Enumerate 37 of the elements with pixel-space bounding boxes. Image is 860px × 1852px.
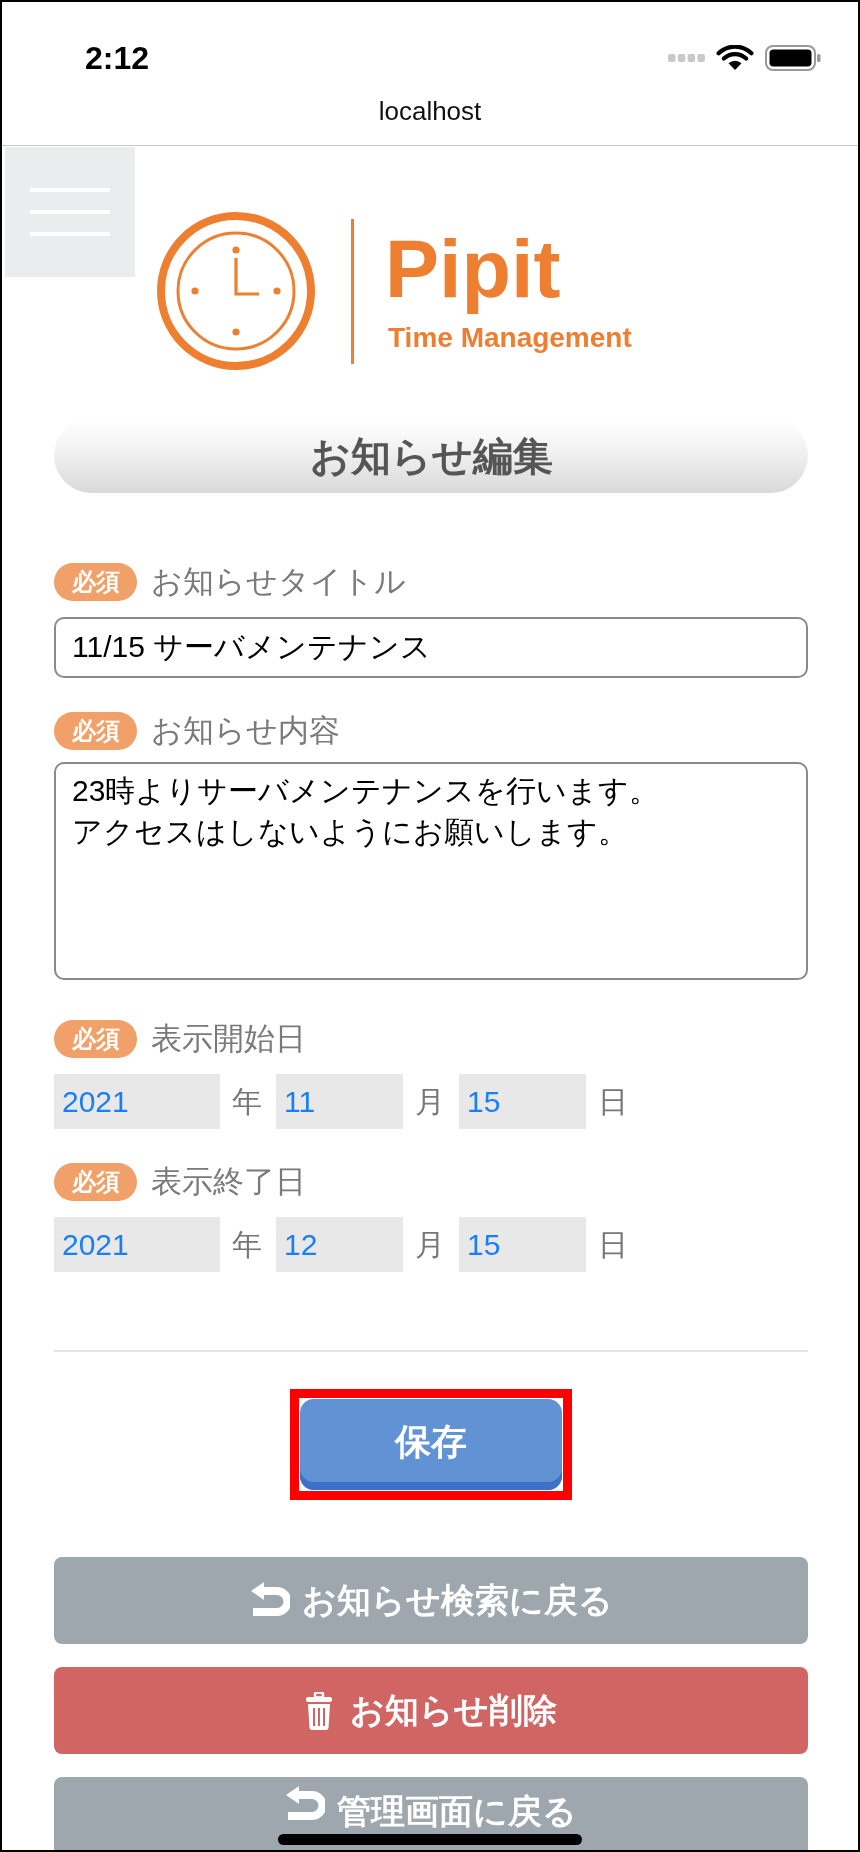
battery-icon	[765, 45, 821, 71]
delete-button[interactable]: お知らせ削除	[54, 1667, 808, 1754]
year-field[interactable]: 2021	[54, 1217, 220, 1272]
year-unit-label: 年	[232, 1083, 262, 1120]
required-tag: 必須	[54, 563, 137, 601]
wifi-icon	[716, 45, 754, 71]
month-unit-label: 月	[415, 1226, 445, 1263]
field-label: お知らせ内容	[151, 712, 340, 750]
day-field[interactable]: 15	[459, 1074, 586, 1129]
day-field[interactable]: 15	[459, 1217, 586, 1272]
required-tag: 必須	[54, 712, 137, 750]
title-field[interactable]: 11/15 サーバメンテナンス	[54, 617, 808, 678]
signal-icon	[668, 54, 705, 62]
required-tag: 必須	[54, 1020, 137, 1058]
brand-tagline: Time Management	[387, 322, 632, 354]
content-field[interactable]: 23時よりサーバメンテナンスを行います。 アクセスはしないようにお願いします。	[54, 762, 808, 980]
menu-button[interactable]	[5, 147, 135, 277]
year-field[interactable]: 2021	[54, 1074, 220, 1129]
month-field[interactable]: 11	[276, 1074, 403, 1129]
save-button[interactable]: 保存	[300, 1399, 562, 1490]
clock-icon	[157, 212, 315, 370]
content-text: 23時よりサーバメンテナンスを行います。	[72, 773, 660, 809]
day-unit-label: 日	[598, 1226, 628, 1263]
content-text: アクセスはしないようにお願いします。	[72, 814, 628, 850]
trash-icon	[305, 1691, 332, 1730]
field-label: 表示開始日	[151, 1020, 306, 1058]
year-unit-label: 年	[232, 1226, 262, 1263]
month-field[interactable]: 12	[276, 1217, 403, 1272]
field-label: お知らせタイトル	[151, 563, 406, 601]
required-tag: 必須	[54, 1163, 137, 1201]
back-button[interactable]: お知らせ検索に戻る	[54, 1557, 808, 1644]
url-label: localhost	[378, 96, 482, 126]
back-button[interactable]: 管理画面に戻る	[54, 1777, 808, 1850]
day-unit-label: 日	[598, 1083, 628, 1120]
status-time: 2:12	[85, 42, 150, 74]
month-unit-label: 月	[415, 1083, 445, 1120]
field-label: 表示終了日	[151, 1163, 306, 1201]
